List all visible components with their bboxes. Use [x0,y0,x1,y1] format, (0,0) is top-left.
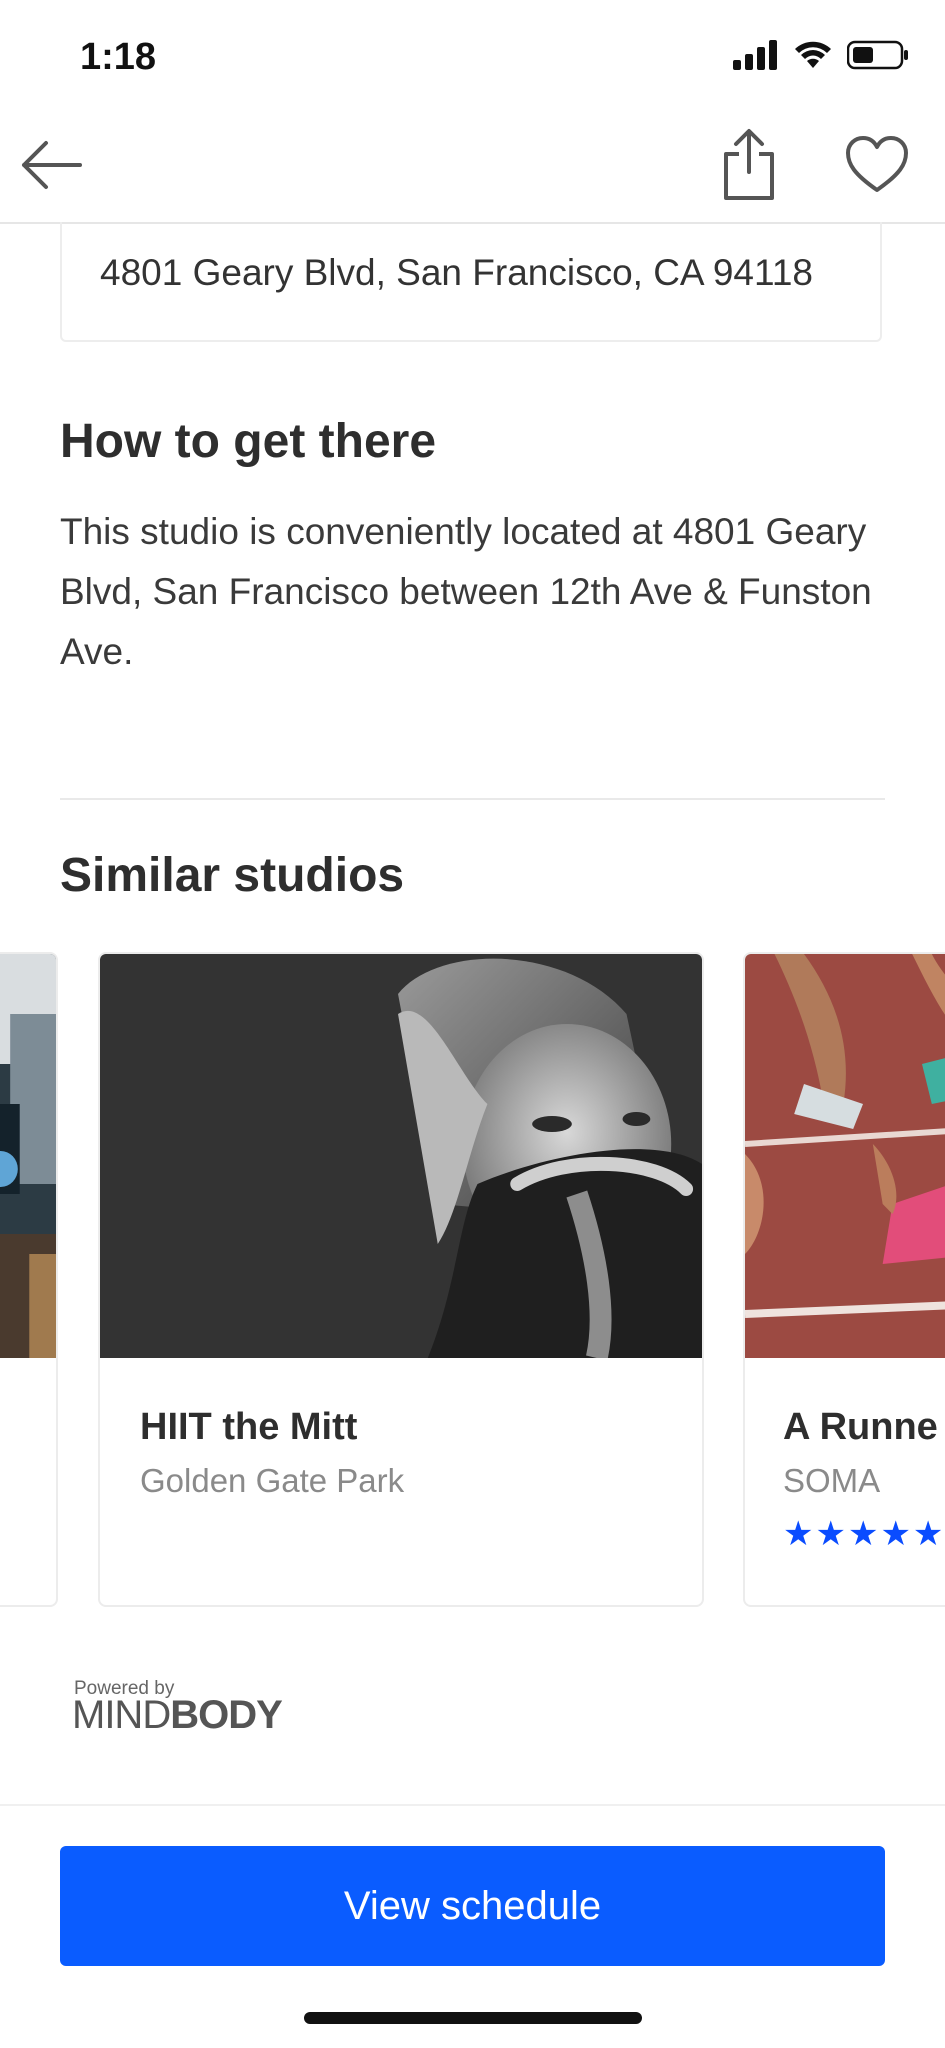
mindbody-logo: MINDBODY [72,1693,283,1738]
studio-area: Golden Gate Park [140,1462,405,1499]
studio-card-image [0,954,56,1358]
share-button[interactable] [720,126,778,204]
back-arrow-icon [22,141,82,189]
status-time: 1:18 [80,36,157,78]
studio-card[interactable]: HIIT the Mitt Golden Gate Park [98,952,704,1607]
rating-stars-icon: ★★★★★ [783,1515,945,1553]
similar-studios-heading: Similar studios [60,849,405,902]
wifi-icon [795,41,831,68]
section-divider [60,798,885,800]
studio-name: A Runne [783,1406,938,1448]
view-schedule-button[interactable]: View schedule [60,1846,885,1966]
logo-light: MIND [72,1693,171,1737]
how-to-get-there-heading: How to get there [60,415,437,468]
studio-card-previous[interactable] [0,952,58,1607]
back-button[interactable] [18,130,88,200]
home-indicator [304,2012,642,2024]
battery-icon [847,40,908,70]
studio-card-image [745,954,945,1358]
studio-area: SOMA [783,1462,881,1499]
studio-name: HIIT the Mitt [140,1406,358,1448]
share-icon [724,129,774,200]
heart-icon [846,136,908,192]
status-icons [733,40,909,70]
nav-bar [0,110,945,224]
bottom-bar-divider [0,1804,945,1806]
favorite-button[interactable] [844,134,910,196]
address-text: 4801 Geary Blvd, San Francisco, CA 94118 [100,252,813,293]
studio-card-image [100,954,702,1358]
logo-bold: BODY [170,1693,283,1737]
cellular-signal-icon [733,40,777,70]
how-to-get-there-text: This studio is conveniently located at 4… [60,511,872,672]
studio-card[interactable]: A Runne SOMA ★★★★★ [743,952,945,1607]
